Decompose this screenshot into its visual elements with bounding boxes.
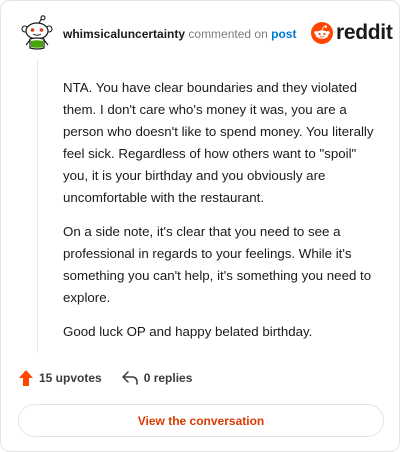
comment-paragraph: Good luck OP and happy belated birthday. — [63, 324, 313, 339]
snoo-avatar-icon — [21, 15, 53, 50]
avatar[interactable] — [19, 15, 55, 51]
reddit-logo-icon — [311, 22, 333, 44]
comment-paragraph: On a side note, it's clear that you need… — [63, 224, 372, 305]
thread-line — [37, 59, 38, 353]
comment-card: whimsicaluncertainty commented on post r… — [0, 0, 400, 452]
upvote-count: 15 upvotes — [39, 371, 102, 385]
upvote-arrow-icon — [19, 370, 33, 386]
post-link[interactable]: post — [271, 27, 296, 41]
comment-body: NTA. You have clear boundaries and they … — [63, 77, 383, 355]
reply-stat[interactable]: 0 replies — [121, 371, 193, 385]
comment-paragraph: NTA. You have clear boundaries and they … — [63, 80, 374, 205]
reddit-brand[interactable]: reddit — [311, 21, 393, 45]
comment-stats: 15 upvotes 0 replies — [19, 370, 192, 386]
comment-header: whimsicaluncertainty commented on post — [63, 27, 296, 41]
reply-count: 0 replies — [143, 371, 193, 385]
brand-wordmark: reddit — [336, 21, 393, 44]
username-link[interactable]: whimsicaluncertainty — [63, 27, 185, 41]
upvote-stat[interactable]: 15 upvotes — [19, 370, 102, 386]
view-conversation-button[interactable]: View the conversation — [18, 404, 384, 437]
action-text: commented on — [188, 27, 268, 41]
reply-arrow-icon — [121, 371, 138, 385]
